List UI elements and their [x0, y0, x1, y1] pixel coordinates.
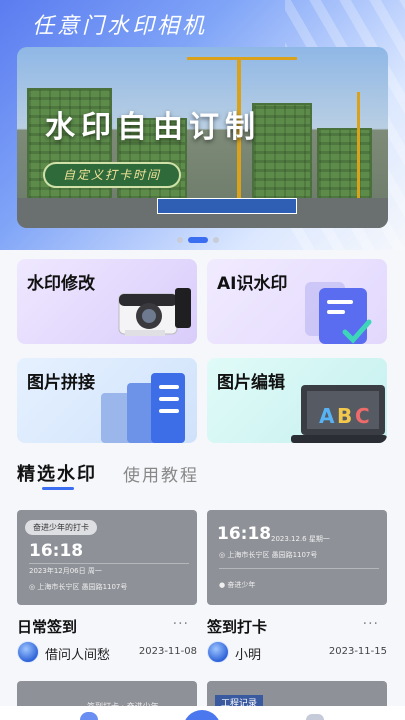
nav-home-icon[interactable] — [80, 712, 98, 720]
card-date: 2023-11-08 — [138, 646, 197, 657]
feature-label: 图片编辑 — [217, 373, 285, 393]
tab-tutorials[interactable]: 使用教程 — [123, 461, 199, 486]
feature-label: 水印修改 — [27, 274, 95, 294]
watermark-time: 16:18 — [217, 524, 272, 544]
carousel-indicator — [177, 237, 219, 243]
watermark-address: ◎ 上海市长宁区 愚园路1107号 — [219, 550, 317, 560]
feature-image-edit[interactable]: 图片编辑 A B C — [207, 358, 387, 443]
divider — [29, 563, 189, 564]
more-icon[interactable]: ··· — [363, 616, 379, 632]
watermark-time: 16:18 — [29, 541, 84, 561]
feature-image-stitch[interactable]: 图片拼接 — [17, 358, 197, 443]
divider — [219, 568, 379, 569]
carousel-dot[interactable] — [177, 237, 183, 243]
address-text: 上海市长宁区 愚园路1107号 — [37, 583, 128, 591]
carousel-dot[interactable] — [213, 237, 219, 243]
section-tabs: 精选水印 使用教程 — [17, 460, 199, 486]
watermark-card[interactable]: 16:18 2023.12.6 星期一 ◎ 上海市长宁区 愚园路1107号 ● … — [207, 510, 387, 663]
address-text: 上海市长宁区 愚园路1107号 — [227, 551, 318, 559]
active-tab-underline — [42, 487, 74, 490]
signboard-illustration — [157, 198, 297, 214]
carousel-dot-active[interactable] — [188, 237, 208, 243]
card-author[interactable]: 借问人间愁 — [45, 644, 110, 663]
banner-pill[interactable]: 自定义打卡时间 — [43, 162, 182, 188]
more-icon[interactable]: ··· — [173, 616, 189, 632]
svg-text:B: B — [337, 404, 352, 428]
watermark-preview[interactable]: 16:18 2023.12.6 星期一 ◎ 上海市长宁区 愚园路1107号 ● … — [207, 510, 387, 605]
promo-banner[interactable]: 水印自由订制 自定义打卡时间 — [17, 47, 388, 228]
nav-profile-icon[interactable] — [306, 714, 324, 720]
watermark-tag: 奋进少年的打卡 — [25, 520, 97, 535]
crane-illustration — [357, 92, 360, 212]
feature-ai-watermark[interactable]: AI识水印 — [207, 259, 387, 344]
laptop-abc-icon: A B C — [291, 385, 387, 443]
watermark-date: 2023.12.6 星期一 — [271, 535, 330, 543]
card-author[interactable]: 小明 — [235, 644, 261, 663]
crane-illustration — [187, 57, 297, 60]
avatar[interactable] — [207, 641, 229, 663]
stacked-pages-icon — [101, 373, 185, 443]
document-check-icon — [305, 282, 372, 344]
watermark-user-text: 奋进少年 — [227, 581, 256, 589]
card-date: 2023-11-15 — [328, 646, 387, 657]
watermark-date: 2023年12月06日 周一 — [29, 567, 102, 575]
watermark-address: ◎ 上海市长宁区 愚园路1107号 — [29, 582, 127, 592]
svg-text:A: A — [319, 404, 335, 428]
feature-label: 图片拼接 — [27, 373, 95, 393]
tab-featured-watermarks[interactable]: 精选水印 — [17, 460, 97, 486]
watermark-user: ● 奋进少年 — [219, 580, 255, 590]
svg-text:C: C — [355, 404, 370, 428]
watermark-card[interactable]: 奋进少年的打卡 16:18 2023年12月06日 周一 ◎ 上海市长宁区 愚园… — [17, 510, 197, 663]
banner-title: 水印自由订制 — [45, 110, 261, 145]
avatar[interactable] — [17, 641, 39, 663]
card-title: 签到打卡 — [207, 618, 268, 636]
feature-label: AI识水印 — [217, 274, 288, 294]
camera-icon — [118, 288, 191, 336]
watermark-preview[interactable]: 奋进少年的打卡 16:18 2023年12月06日 周一 ◎ 上海市长宁区 愚园… — [17, 510, 197, 605]
app-title: 任意门水印相机 — [32, 14, 208, 39]
feature-watermark-edit[interactable]: 水印修改 — [17, 259, 197, 344]
card-title: 日常签到 — [17, 618, 78, 636]
